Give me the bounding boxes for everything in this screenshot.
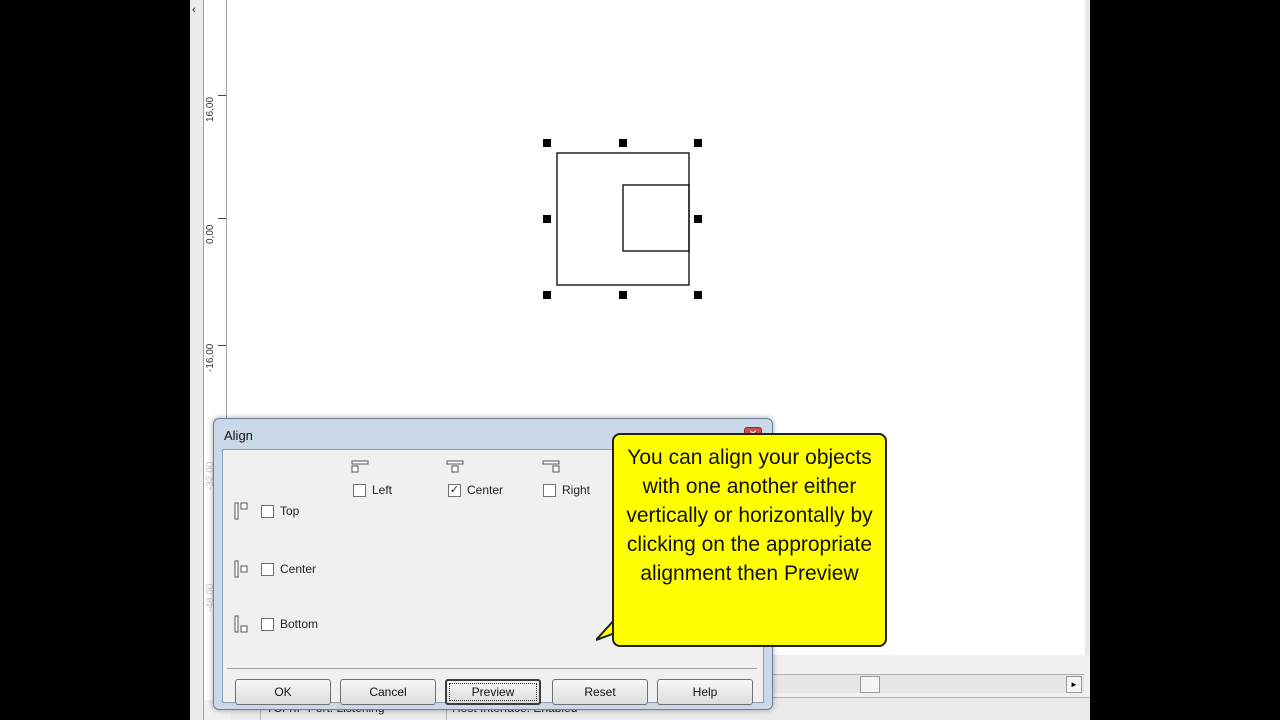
dialog-title: Align [224,428,253,443]
align-left-option[interactable]: Left [353,483,392,497]
align-bottom-option[interactable]: Bottom [261,617,318,631]
selection-handle[interactable] [694,139,702,147]
preview-button[interactable]: Preview [445,679,541,705]
align-center-v-option[interactable]: Center [261,562,316,576]
align-right-option[interactable]: Right [543,483,590,497]
align-right-checkbox[interactable] [543,483,556,497]
preview-button-label: Preview [448,683,538,701]
align-top-icon [234,502,248,520]
ok-button-label: OK [274,685,292,699]
help-button[interactable]: Help [657,679,753,705]
reset-button-label: Reset [584,685,616,699]
callout-text: You can align your objects with one anot… [626,446,873,585]
ok-button[interactable]: OK [235,679,331,705]
selection-handle[interactable] [694,215,702,223]
vertical-scrollbar[interactable] [1085,0,1090,655]
left-panel-strip[interactable]: ‹ [190,0,204,720]
align-left-checkbox[interactable] [353,483,366,497]
tutorial-callout: You can align your objects with one anot… [612,433,887,647]
align-center-h-label: Center [467,483,504,497]
ruler-tick [218,218,226,219]
align-right-icon [542,460,560,473]
ruler-label: -16,00 [205,343,216,372]
ruler-label: 16,00 [205,96,216,122]
scroll-right-icon[interactable]: ► [1066,676,1082,693]
help-button-label: Help [692,685,718,699]
inner-square-shape[interactable] [622,184,690,252]
align-top-label: Top [280,504,300,518]
ruler-tick [218,345,226,346]
selection-handle[interactable] [543,139,551,147]
align-bottom-icon [234,615,248,633]
align-center-v-icon [234,560,248,578]
ruler-tick [218,95,226,96]
align-left-icon [351,460,369,473]
selection-handle[interactable] [543,291,551,299]
align-center-h-option[interactable]: ✓ Center [448,483,503,497]
align-center-v-checkbox[interactable] [261,562,274,576]
horizontal-scrollbar[interactable]: ► [770,674,1084,693]
align-center-h-icon [446,460,464,473]
selection-handle[interactable] [619,291,627,299]
align-center-v-label: Center [280,562,317,576]
scrollbar-thumb[interactable] [860,676,880,693]
reset-button[interactable]: Reset [552,679,648,705]
cancel-button[interactable]: Cancel [340,679,436,705]
align-top-checkbox[interactable] [261,504,274,518]
align-left-label: Left [372,483,393,497]
selection-handle[interactable] [694,291,702,299]
dialog-divider [227,668,757,669]
align-right-label: Right [562,483,591,497]
selection-handle[interactable] [619,139,627,147]
selection-handle[interactable] [543,215,551,223]
align-bottom-label: Bottom [280,617,319,631]
collapse-icon[interactable]: ‹ [192,4,196,16]
cancel-button-label: Cancel [369,685,407,699]
ruler-label: 0,00 [205,224,216,244]
align-bottom-checkbox[interactable] [261,617,274,631]
align-top-option[interactable]: Top [261,504,299,518]
align-center-h-checkbox[interactable]: ✓ [448,483,461,497]
